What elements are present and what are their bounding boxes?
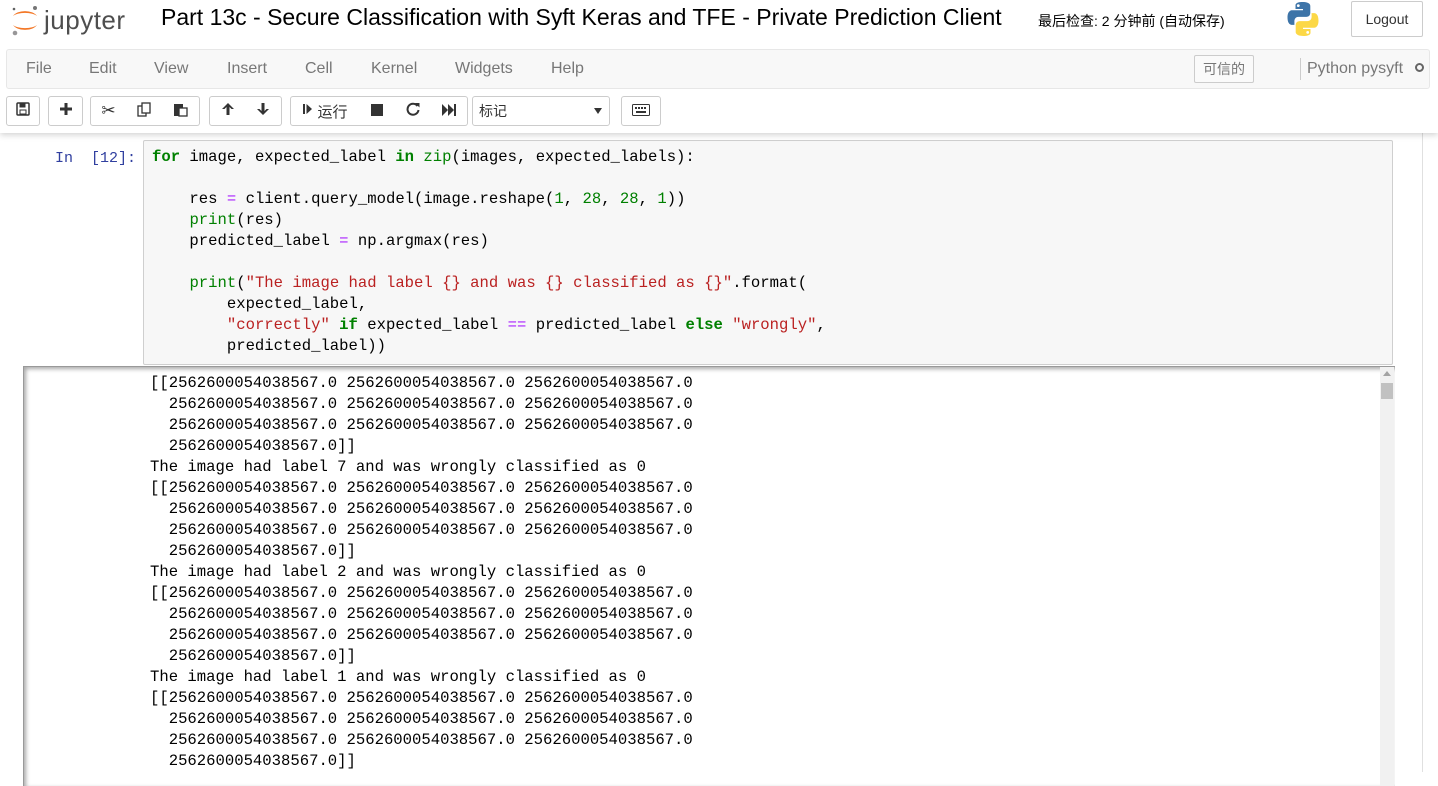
kernel-separator [1300,58,1301,80]
menu-file[interactable]: File [26,50,52,88]
menubar: File Edit View Insert Cell Kernel Widget… [6,49,1430,89]
scrollbar-thumb[interactable] [1381,383,1393,399]
paste-button[interactable] [162,96,200,126]
output-text: [[2562600054038567.0 2562600054038567.0 … [150,373,693,772]
menu-view[interactable]: View [154,50,188,88]
output-line: The image had label 7 and was wrongly cl… [150,458,646,476]
copy-button[interactable] [126,96,163,126]
move-down-button[interactable] [245,96,282,126]
logo-text: jupyter [44,4,126,35]
output-line: 2562600054038567.0 2562600054038567.0 25… [150,605,693,623]
arrow-up-icon [221,102,235,120]
output-line: [[2562600054038567.0 2562600054038567.0 … [150,374,693,392]
arrow-down-icon [256,102,270,120]
move-up-button[interactable] [209,96,246,126]
menu-insert[interactable]: Insert [227,50,267,88]
menu-help[interactable]: Help [551,50,584,88]
code-line: print(res) [189,211,284,229]
save-status: 最后检查: 2 分钟前 (自动保存) [1038,13,1225,29]
output-line: 2562600054038567.0]] [150,647,356,665]
menu-widgets[interactable]: Widgets [455,50,513,88]
plus-icon [59,102,73,120]
chevron-down-icon [594,108,602,114]
code-cell-input[interactable]: for image, expected_label in zip(images,… [143,140,1393,365]
scroll-up-icon[interactable] [1383,371,1391,376]
python-logo-icon [1284,0,1322,38]
insert-cell-button[interactable] [48,96,83,126]
restart-icon [406,102,420,120]
page-border [1422,133,1423,772]
output-line: 2562600054038567.0 2562600054038567.0 25… [150,416,693,434]
menu-edit[interactable]: Edit [89,50,117,88]
output-line: 2562600054038567.0 2562600054038567.0 25… [150,521,693,539]
code-line: print("The image had label {} and was {}… [189,274,808,292]
code-line: res = client.query_model(image.reshape(1… [152,190,686,208]
restart-run-all-button[interactable] [430,96,468,126]
code-line: expected_label, [152,295,368,313]
output-scrollbar[interactable] [1380,367,1394,786]
jupyter-logo[interactable]: jupyter [8,2,126,38]
stop-icon [371,103,383,120]
menu-kernel[interactable]: Kernel [371,50,417,88]
save-button[interactable] [6,96,40,126]
trusted-indicator[interactable]: 可信的 [1194,55,1254,83]
code-line: for image, expected_label in zip(images,… [152,148,695,166]
copy-icon [136,101,152,121]
save-icon [16,102,30,120]
fast-forward-icon [441,103,457,120]
notebook-title[interactable]: Part 13c - Secure Classification with Sy… [161,4,1002,31]
header: jupyter Part 13c - Secure Classification… [0,0,1438,133]
kernel-name[interactable]: Python pysyft [1307,50,1403,88]
cut-icon: ✂ [101,101,116,120]
code-line: predicted_label = np.argmax(res) [152,232,489,250]
output-line: [[2562600054038567.0 2562600054038567.0 … [150,689,693,707]
cell-type-value: 标记 [479,103,507,119]
paste-icon [173,102,188,121]
cell-output-area[interactable]: [[2562600054038567.0 2562600054038567.0 … [23,366,1395,786]
output-line: 2562600054038567.0 2562600054038567.0 25… [150,731,693,749]
run-label: 运行 [317,103,348,121]
notebook-area: In [12]: for image, expected_label in zi… [0,133,1438,786]
run-button[interactable]: 运行 [290,96,360,126]
output-line: 2562600054038567.0]] [150,437,356,455]
code-line: "correctly" if expected_label == predict… [226,316,826,334]
output-line: 2562600054038567.0]] [150,752,356,770]
interrupt-button[interactable] [359,96,396,126]
output-line: 2562600054038567.0 2562600054038567.0 25… [150,626,693,644]
menu-cell[interactable]: Cell [305,50,333,88]
restart-button[interactable] [395,96,431,126]
code-line: predicted_label)) [152,337,386,355]
output-line: [[2562600054038567.0 2562600054038567.0 … [150,584,693,602]
logout-button[interactable]: Logout [1351,1,1423,37]
output-line: 2562600054038567.0]] [150,542,356,560]
output-line: The image had label 2 and was wrongly cl… [150,563,646,581]
output-line: The image had label 1 and was wrongly cl… [150,668,646,686]
command-palette-button[interactable] [621,96,661,126]
output-line: 2562600054038567.0 2562600054038567.0 25… [150,500,693,518]
jupyter-logo-icon [8,3,42,37]
kernel-idle-icon [1415,63,1424,72]
run-icon [302,102,314,120]
cut-button[interactable]: ✂ [90,96,127,126]
output-line: 2562600054038567.0 2562600054038567.0 25… [150,710,693,728]
output-line: 2562600054038567.0 2562600054038567.0 25… [150,395,693,413]
output-line: [[2562600054038567.0 2562600054038567.0 … [150,479,693,497]
code-editor[interactable]: for image, expected_label in zip(images,… [152,147,826,357]
input-prompt: In [12]: [55,150,137,167]
keyboard-icon [632,103,650,120]
cell-type-select[interactable]: 标记 [472,96,610,126]
